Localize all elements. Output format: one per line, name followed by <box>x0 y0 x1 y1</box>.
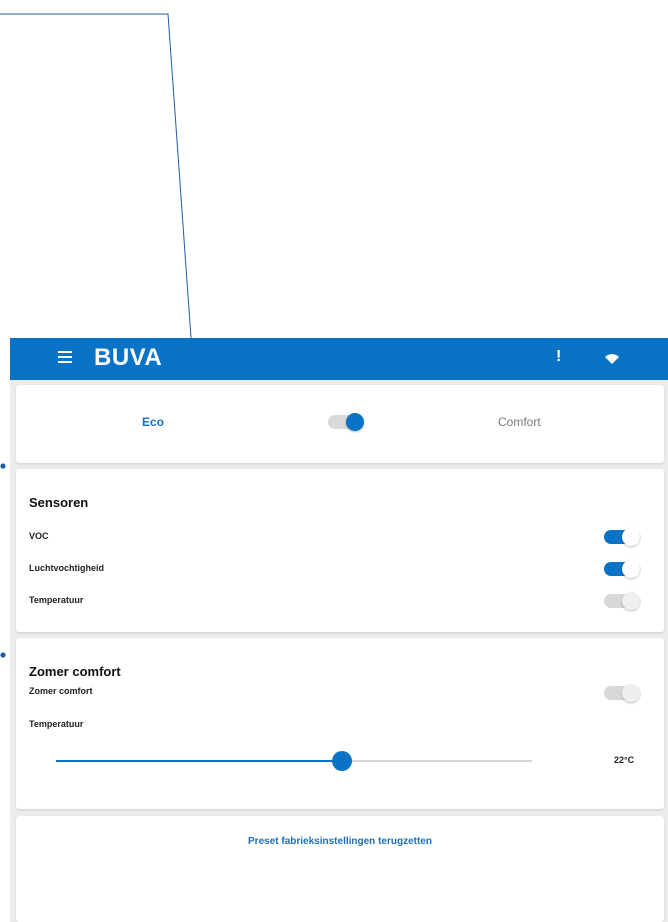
mode-card: Eco Comfort <box>16 385 664 463</box>
sensors-card: Sensoren VOC Luchtvochtigheid Temperatuu… <box>16 469 664 632</box>
temperature-slider-thumb[interactable] <box>332 751 352 771</box>
mode-eco-label[interactable]: Eco <box>142 415 164 429</box>
reset-card: Preset fabrieksinstellingen terugzetten <box>16 816 664 922</box>
annotation-dot-left-2 <box>0 652 6 658</box>
zomer-temperature-label: Temperatuur <box>29 719 84 729</box>
zomer-comfort-toggle[interactable] <box>604 684 640 702</box>
voc-toggle[interactable] <box>604 528 640 546</box>
app-bar: BUVA ! <box>10 338 668 380</box>
zomer-comfort-card: Zomer comfort Zomer comfort Temperatuur … <box>16 638 664 809</box>
hamburger-menu-icon[interactable] <box>58 351 72 365</box>
zomer-comfort-title: Zomer comfort <box>29 664 121 679</box>
mode-toggle[interactable] <box>328 413 364 431</box>
sensor-label-temperature: Temperatuur <box>29 595 84 605</box>
temperature-slider-fill <box>56 760 342 762</box>
annotation-dot-left-1 <box>0 463 6 469</box>
wifi-icon[interactable] <box>604 351 620 365</box>
sensor-label-voc: VOC <box>29 531 49 541</box>
mode-comfort-label[interactable]: Comfort <box>498 415 541 429</box>
sensors-title: Sensoren <box>29 495 89 510</box>
temperature-slider[interactable] <box>56 751 532 771</box>
temperature-sensor-toggle[interactable] <box>604 592 640 610</box>
temperature-value: 22°C <box>614 755 635 765</box>
brand-logo: BUVA <box>94 344 163 371</box>
humidity-toggle[interactable] <box>604 560 640 578</box>
sensor-label-humidity: Luchtvochtigheid <box>29 563 104 573</box>
alert-icon[interactable]: ! <box>556 348 561 366</box>
app-window: BUVA ! Eco Comfort Sensoren VOC Luchtvoc… <box>10 338 668 922</box>
zomer-comfort-toggle-label: Zomer comfort <box>29 686 93 696</box>
reset-factory-settings-link[interactable]: Preset fabrieksinstellingen terugzetten <box>16 836 664 847</box>
